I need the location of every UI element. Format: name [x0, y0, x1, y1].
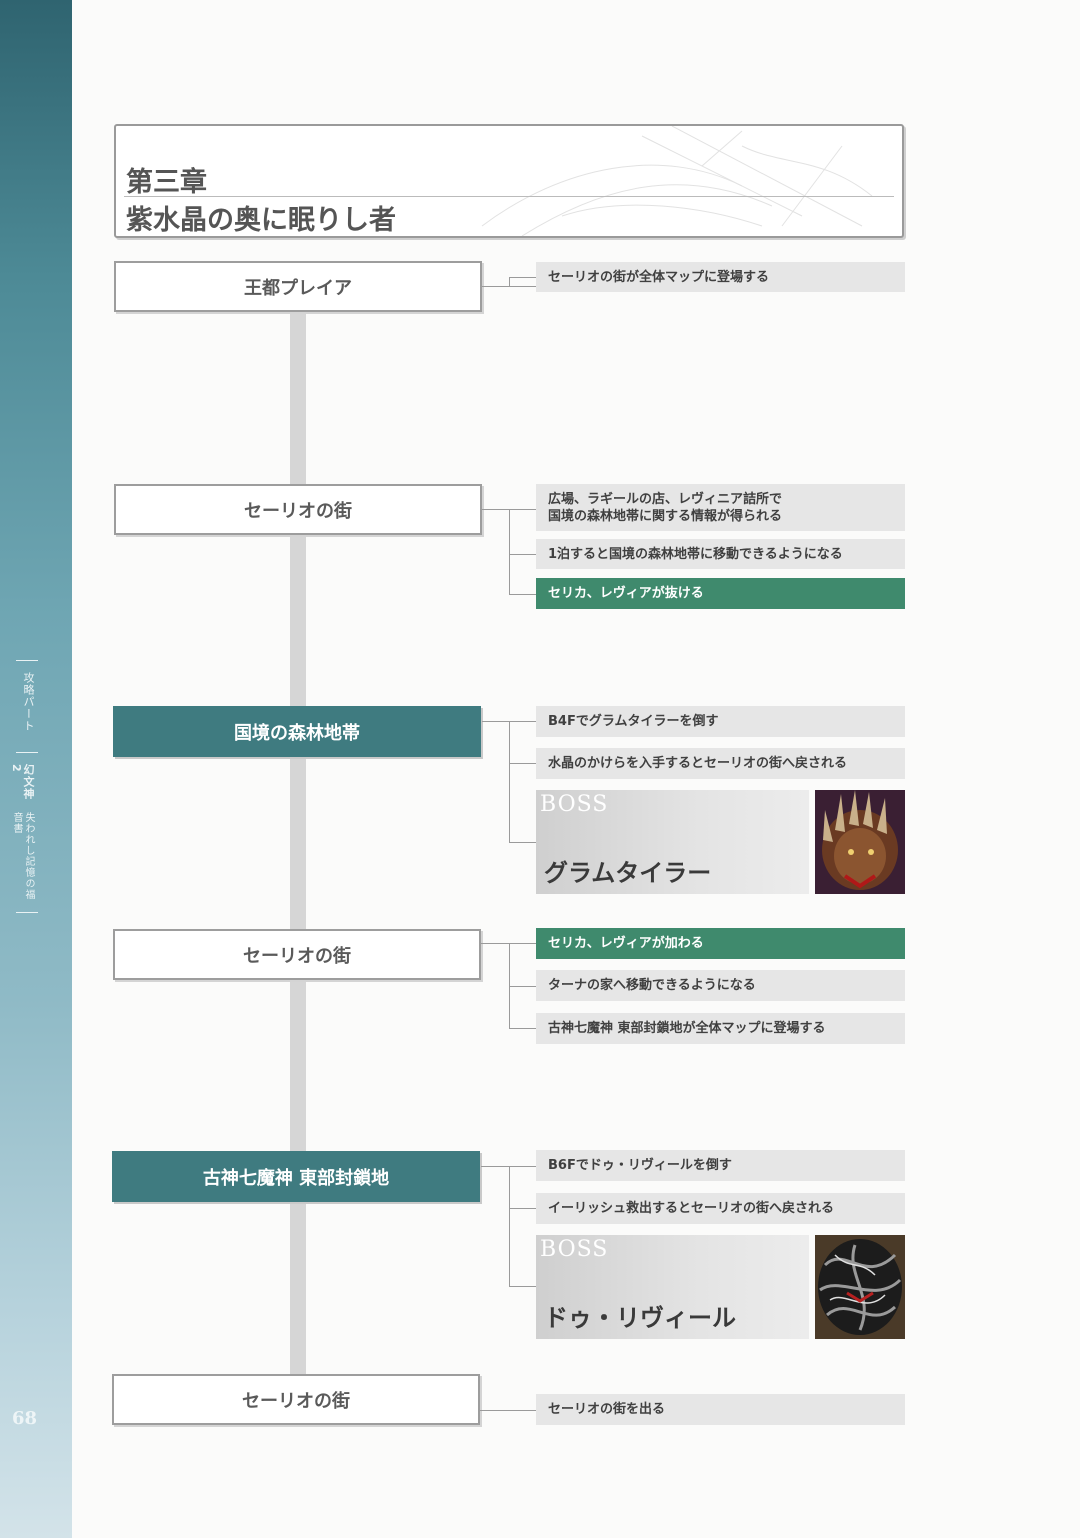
chapter-number: 第三章 — [126, 167, 207, 198]
event-item: イーリッシュ救出するとセーリオの街へ戻される — [536, 1193, 905, 1224]
boss-portrait-gram-tyrant — [815, 790, 905, 894]
event-item: 1泊すると国境の森林地帯に移動できるようになる — [536, 539, 905, 569]
connector — [509, 277, 510, 287]
connector — [509, 842, 536, 843]
location-box-serio-town: セーリオの街 — [112, 1374, 480, 1425]
sidebar-game-subtitle: 失われし記憶の福音書 — [11, 812, 34, 900]
connector — [509, 763, 536, 764]
sidebar-divider — [16, 912, 38, 913]
page-number: 68 — [12, 1408, 38, 1429]
event-item-highlight: セリカ、レヴィアが加わる — [536, 928, 905, 959]
location-box-eastern-seal: 古神七魔神 東部封鎖地 — [112, 1151, 480, 1202]
event-item: B4Fでグラムタイラーを倒す — [536, 706, 905, 737]
boss-label: BOSS — [540, 1237, 609, 1262]
connector — [509, 277, 536, 278]
sidebar-divider — [16, 752, 38, 753]
connector — [509, 594, 536, 595]
location-box-serio-town: セーリオの街 — [113, 929, 481, 980]
sidebar-section-label: 攻略パート — [22, 672, 35, 732]
chapter-title: 紫水晶の奥に眠りし者 — [126, 205, 396, 236]
chapter-heading: 第三章 紫水晶の奥に眠りし者 — [114, 124, 904, 238]
event-item-highlight: セリカ、レヴィアが抜ける — [536, 578, 905, 609]
connector — [509, 509, 510, 595]
connector — [509, 554, 536, 555]
event-item: ターナの家へ移動できるようになる — [536, 970, 905, 1001]
sketch-background-art — [481, 126, 873, 236]
boss-card: BOSS ドゥ・リヴィール — [536, 1235, 809, 1339]
flow-spine — [290, 312, 306, 1377]
boss-name: グラムタイラー — [544, 858, 712, 887]
connector — [482, 509, 509, 510]
sidebar-divider — [16, 660, 38, 661]
connector — [480, 1410, 536, 1411]
location-box-royal-capital: 王都プレイア — [114, 261, 482, 312]
boss-card: BOSS グラムタイラー — [536, 790, 809, 894]
boss-label: BOSS — [540, 792, 609, 817]
connector — [509, 1208, 536, 1209]
sidebar-game-title: 幻文神2 — [10, 764, 35, 800]
connector — [509, 509, 536, 510]
event-item: 広場、ラギールの店、レヴィニア詰所で 国境の森林地帯に関する情報が得られる — [536, 484, 905, 531]
location-box-border-forest: 国境の森林地帯 — [113, 706, 481, 757]
chapter-divider — [124, 196, 894, 197]
connector — [509, 1166, 510, 1287]
connector — [509, 721, 510, 843]
event-item: 水晶のかけらを入手するとセーリオの街へ戻される — [536, 748, 905, 779]
boss-name: ドゥ・リヴィール — [544, 1303, 736, 1332]
event-item: セーリオの街が全体マップに登場する — [536, 262, 905, 292]
event-item: B6Fでドゥ・リヴィールを倒す — [536, 1150, 905, 1181]
location-box-serio-town: セーリオの街 — [114, 484, 482, 535]
event-item: セーリオの街を出る — [536, 1394, 905, 1425]
connector — [509, 1028, 536, 1029]
connector — [509, 1286, 536, 1287]
connector — [509, 986, 536, 987]
boss-portrait-du-rivir — [815, 1235, 905, 1339]
event-item: 古神七魔神 東部封鎖地が全体マップに登場する — [536, 1013, 905, 1044]
